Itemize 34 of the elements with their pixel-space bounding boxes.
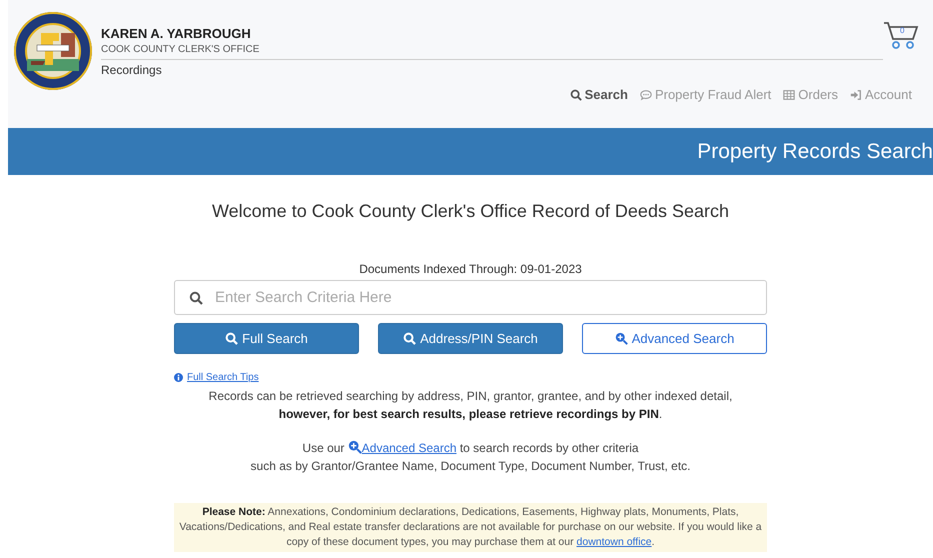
cart-count: 0: [900, 26, 904, 35]
search-tips-link[interactable]: Full Search Tips: [187, 372, 259, 383]
search-icon: [403, 332, 416, 345]
section-title: Recordings: [101, 63, 163, 77]
banner-title: Property Records Search: [697, 140, 933, 164]
search-icon: [570, 88, 582, 100]
search-button[interactable]: Advanced Search: [582, 323, 767, 354]
nav-link[interactable]: Account: [850, 87, 912, 102]
indexed-date: Documents Indexed Through: 09-01-2023: [359, 262, 582, 276]
downtown-office-link[interactable]: downtown office: [576, 536, 652, 548]
search-icon: [189, 291, 203, 305]
records-note: Records can be retrieved searching by address, PIN, grantor, grantee, and by other indexed detail, however, for best search results, please retrieve recordings by PIN.: [208, 388, 732, 423]
office-name: COOK COUNTY CLERK'S OFFICE: [101, 44, 260, 55]
nav-link[interactable]: Search: [570, 87, 628, 102]
search-icon: [225, 332, 238, 345]
info-icon: [174, 373, 183, 382]
sign-in-icon: [850, 88, 862, 100]
zoom-in-icon: [614, 332, 628, 345]
zoom-in-icon: [348, 440, 362, 454]
table-icon: [783, 88, 796, 100]
welcome-heading: Welcome to Cook County Clerk's Office Record of Deeds Search: [212, 201, 729, 222]
speech-bubble-icon: [640, 88, 652, 100]
clerk-name: KAREN A. YARBROUGH: [101, 26, 252, 41]
advanced-search-link[interactable]: Advanced Search: [348, 441, 456, 455]
cart-icon: [883, 20, 919, 50]
search-button[interactable]: Address/PIN Search: [378, 323, 563, 354]
advanced-search-note: Use our Advanced Search to search records by other criteria such as by Grantor/Grantee Name, Document Type, Document Number, Trust, etc.: [250, 439, 690, 475]
search-button[interactable]: Full Search: [174, 323, 359, 354]
notice-box: Please Note: Annexations, Condominium declarations, Dedications, Easements, Highway plats, Monuments, Plats, Vacations/Dedications, and Real estate transfer declarations are not available for purchase on our website. If you would like a copy of these document types, you may purchase them at our downtown office.: [174, 503, 767, 552]
county-seal-logo[interactable]: [13, 11, 93, 91]
nav-link[interactable]: Property Fraud Alert: [640, 87, 772, 102]
search-field[interactable]: Enter Search Criteria Here: [174, 280, 767, 315]
cart-button[interactable]: 0: [883, 20, 919, 52]
nav-link[interactable]: Orders: [783, 87, 838, 102]
